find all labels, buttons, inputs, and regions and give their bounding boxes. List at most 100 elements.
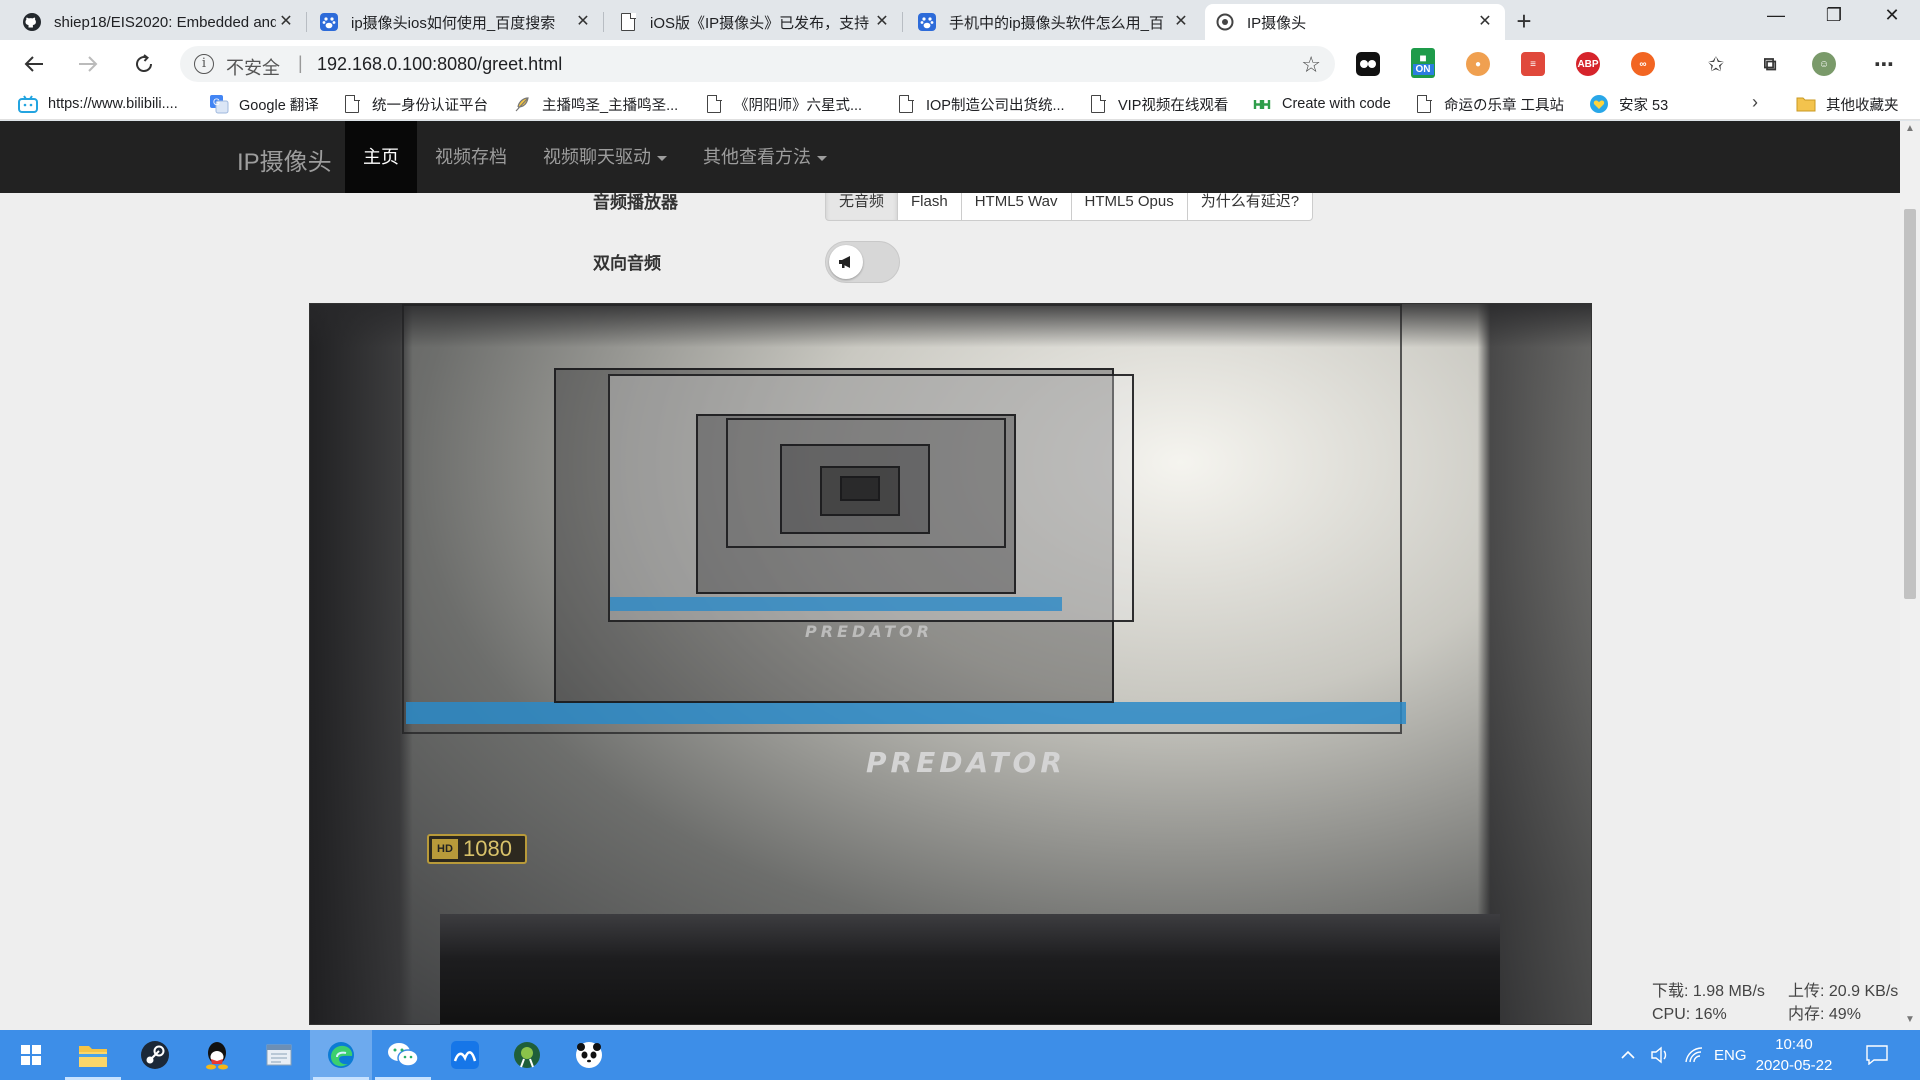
bookmark-label: 主播鸣圣_主播鸣圣... xyxy=(542,97,679,114)
qq-icon[interactable] xyxy=(186,1030,248,1080)
close-icon[interactable]: ✕ xyxy=(276,12,296,32)
close-window-button[interactable]: ✕ xyxy=(1864,0,1920,32)
notepad-icon[interactable] xyxy=(248,1030,310,1080)
bookmark-label: 安家 53 xyxy=(1619,97,1669,114)
new-tab-button[interactable]: + xyxy=(1508,6,1540,38)
upload-speed: 上传: 20.9 KB/s xyxy=(1788,983,1899,1000)
cpu-usage: CPU: 16% xyxy=(1652,1006,1727,1023)
forward-button[interactable] xyxy=(72,48,104,80)
bookmark-google-translate[interactable]: G Google 翻译 xyxy=(209,93,319,115)
bookmark-music-tools[interactable]: 命运の乐章 工具站 xyxy=(1414,93,1564,115)
file-explorer-icon[interactable] xyxy=(62,1030,124,1080)
scroll-down-icon[interactable]: ▼ xyxy=(1905,1014,1915,1025)
close-icon[interactable]: ✕ xyxy=(573,12,593,32)
tab-ios-release[interactable]: iOS版《IP摄像头》已发布，支持 ✕ xyxy=(608,4,903,40)
bookmark-anjia[interactable]: 安家 53 xyxy=(1589,93,1668,115)
extension-orange-icon[interactable]: ● xyxy=(1466,52,1490,76)
favorite-star-icon[interactable]: ☆ xyxy=(1301,52,1321,78)
nav-video-chat-driver[interactable]: 视频聊天驱动 xyxy=(525,121,685,193)
favorites-icon[interactable]: ✩ xyxy=(1704,52,1728,76)
hd-1080-badge: 1080 xyxy=(427,834,527,864)
notification-icon[interactable] xyxy=(1866,1030,1888,1080)
start-icon[interactable] xyxy=(0,1030,62,1080)
document-icon xyxy=(896,94,916,114)
tab-baidu-search[interactable]: ip摄像头ios如何使用_百度搜索 ✕ xyxy=(309,4,604,40)
input-language[interactable]: ENG xyxy=(1714,1030,1747,1080)
scroll-up-icon[interactable]: ▲ xyxy=(1905,123,1915,134)
document-icon xyxy=(618,12,638,32)
document-icon xyxy=(1414,94,1434,114)
reload-icon xyxy=(136,54,153,73)
page-scrollbar[interactable]: ▲ ▼ xyxy=(1900,121,1920,1030)
svg-text:G: G xyxy=(213,97,220,107)
security-label[interactable]: 不安全 xyxy=(226,54,280,80)
tab-label: 手机中的ip摄像头软件怎么用_百 xyxy=(949,14,1165,32)
wifi-icon[interactable] xyxy=(1684,1030,1704,1080)
nav-video-archive[interactable]: 视频存档 xyxy=(417,121,525,193)
wechat-icon[interactable] xyxy=(372,1030,434,1080)
extension-notes-icon[interactable]: ≡ xyxy=(1521,52,1545,76)
video-brand-text-inner: PREDATOR xyxy=(805,622,933,641)
bookmark-iop-shipping[interactable]: IOP制造公司出货统... xyxy=(896,93,1065,115)
bookmark-other-favorites[interactable]: 其他收藏夹 xyxy=(1796,93,1899,115)
chevron-right-icon[interactable]: › xyxy=(1752,92,1758,113)
collections-icon[interactable]: ⧉ xyxy=(1758,52,1782,76)
two-way-audio-toggle[interactable] xyxy=(825,241,900,283)
bookmark-create-with-code[interactable]: Create with code xyxy=(1252,93,1391,115)
camera-video-stream[interactable]: PREDATOR 1080 PREDATOR xyxy=(309,303,1592,1025)
site-icon xyxy=(1215,12,1235,32)
android-studio-icon[interactable] xyxy=(496,1030,558,1080)
document-icon xyxy=(342,94,362,114)
bookmark-auth-platform[interactable]: 统一身份认证平台 xyxy=(342,93,488,115)
extension-on-icon[interactable]: ■ ON xyxy=(1411,48,1435,78)
tab-baidu-howto[interactable]: 手机中的ip摄像头软件怎么用_百 ✕ xyxy=(907,4,1201,40)
url-text[interactable]: 192.168.0.100:8080/greet.html xyxy=(317,54,562,75)
browser-tab-strip: shiep18/EIS2020: Embedded and ✕ ip摄像头ios… xyxy=(0,0,1920,40)
bilibili-icon xyxy=(18,94,38,114)
tray-chevron-up-icon[interactable] xyxy=(1620,1030,1636,1080)
steam-icon[interactable] xyxy=(124,1030,186,1080)
address-bar[interactable]: i 不安全 | 192.168.0.100:8080/greet.html ☆ xyxy=(180,46,1335,82)
extension-adblock-icon[interactable]: ABP xyxy=(1576,52,1600,76)
edge-icon[interactable] xyxy=(310,1030,372,1080)
baidu-paw-icon xyxy=(917,12,937,32)
tab-ip-camera[interactable]: IP摄像头 ✕ xyxy=(1205,4,1505,40)
restore-button[interactable]: ❐ xyxy=(1806,0,1862,32)
screen: shiep18/EIS2020: Embedded and ✕ ip摄像头ios… xyxy=(0,0,1920,1080)
windows-taskbar: ENG 10:40 2020-05-22 xyxy=(0,1030,1920,1080)
bookmark-vip-video[interactable]: VIP视频在线观看 xyxy=(1088,93,1228,115)
back-button[interactable] xyxy=(18,48,50,80)
system-clock[interactable]: 10:40 2020-05-22 xyxy=(1744,1034,1844,1076)
extension-tampermonkey-icon[interactable] xyxy=(1356,52,1380,76)
reload-button[interactable] xyxy=(128,48,160,80)
info-icon[interactable]: i xyxy=(194,54,214,74)
extension-infinity-icon[interactable]: ∞ xyxy=(1631,52,1655,76)
close-icon[interactable]: ✕ xyxy=(1475,12,1495,32)
more-menu-icon[interactable]: ⋯ xyxy=(1872,52,1896,76)
nav-other-viewing[interactable]: 其他查看方法 xyxy=(685,121,845,193)
close-icon[interactable]: ✕ xyxy=(872,12,892,32)
nav-label: 视频聊天驱动 xyxy=(543,147,651,167)
document-icon xyxy=(704,94,724,114)
bookmark-label: 命运の乐章 工具站 xyxy=(1444,97,1565,114)
panda-app-icon[interactable] xyxy=(558,1030,620,1080)
bookmark-bilibili[interactable]: https://www.bilibili.... xyxy=(18,93,178,115)
bookmark-streamer[interactable]: 主播鸣圣_主播鸣圣... xyxy=(512,93,678,115)
bookmark-onmyoji[interactable]: 《阴阳师》六星式... xyxy=(704,93,862,115)
clock-time: 10:40 xyxy=(1775,1036,1813,1053)
bookmark-label: https://www.bilibili.... xyxy=(48,96,178,112)
nav-home[interactable]: 主页 xyxy=(345,121,417,193)
profile-avatar[interactable]: ☺ xyxy=(1812,52,1836,76)
volume-icon[interactable] xyxy=(1650,1030,1670,1080)
bookmarks-bar: https://www.bilibili.... G Google 翻译 统一身… xyxy=(0,88,1920,120)
cloud-app-icon[interactable] xyxy=(434,1030,496,1080)
web-page: IP摄像头 主页 视频存档 视频聊天驱动 其他查看方法 音频播放器 无音频 Fl… xyxy=(0,121,1900,1030)
site-brand[interactable]: IP摄像头 xyxy=(237,142,332,177)
feather-icon xyxy=(512,94,532,114)
close-icon[interactable]: ✕ xyxy=(1171,12,1191,32)
bookmark-label: 其他收藏夹 xyxy=(1826,97,1899,114)
scrollbar-thumb[interactable] xyxy=(1904,209,1916,599)
tab-github[interactable]: shiep18/EIS2020: Embedded and ✕ xyxy=(12,4,307,40)
megaphone-icon xyxy=(829,245,863,279)
minimize-button[interactable]: — xyxy=(1748,0,1804,32)
